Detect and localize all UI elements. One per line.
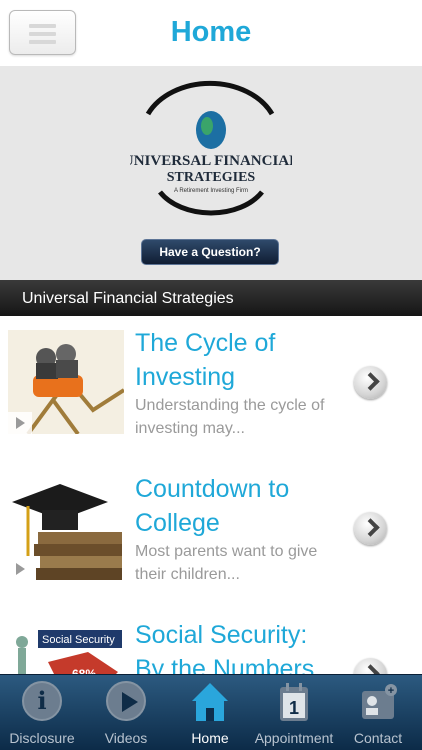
article-description: Understanding the cycle of investing may…: [135, 397, 325, 437]
chevron-right-icon[interactable]: [354, 366, 387, 399]
logo-line-2: STRATEGIES: [167, 170, 256, 185]
logo-tagline: A Retirement Investing Firm: [174, 188, 248, 194]
article-thumbnail: [8, 476, 124, 580]
tab-contact[interactable]: + Contact: [336, 675, 420, 750]
tab-label: Videos: [104, 730, 148, 746]
logo-line-1: UNIVERSAL FINANCIAL: [130, 153, 292, 169]
article-title: The Cycle of Investing: [135, 329, 276, 391]
tab-label: Contact: [353, 730, 403, 746]
list-item[interactable]: The Cycle of Investing Understanding the…: [0, 316, 422, 462]
app-header: Home: [0, 0, 422, 66]
article-thumbnail: [8, 330, 124, 434]
tab-appointment[interactable]: 1 Appointment: [252, 675, 336, 750]
bottom-tab-bar: i Disclosure Videos Home 1 Appointment +…: [0, 674, 422, 750]
svg-text:+: +: [388, 685, 394, 697]
hero-banner[interactable]: UNIVERSAL FINANCIAL STRATEGIES A Retirem…: [0, 66, 422, 316]
svg-text:1: 1: [289, 698, 299, 718]
tab-label: Appointment: [254, 730, 334, 746]
page-title: Home: [170, 16, 252, 48]
chevron-right-icon[interactable]: [354, 512, 387, 545]
home-icon: [190, 681, 230, 723]
info-icon: i: [22, 681, 62, 723]
article-title: Countdown to College: [135, 475, 290, 537]
tab-home[interactable]: Home: [168, 675, 252, 750]
banner-caption: Universal Financial Strategies: [22, 290, 234, 307]
article-description: Most parents want to give their children…: [135, 543, 318, 583]
contact-card-icon: +: [358, 681, 398, 723]
video-badge-icon: [8, 412, 32, 434]
have-a-question-button[interactable]: Have a Question?: [141, 239, 279, 265]
video-badge-icon: [8, 558, 32, 580]
calendar-icon: 1: [274, 681, 314, 723]
tab-disclosure[interactable]: i Disclosure: [0, 675, 84, 750]
play-icon: [106, 681, 146, 723]
thumb-social-label: Social Security: [42, 634, 115, 646]
list-item[interactable]: Countdown to College Most parents want t…: [0, 462, 422, 608]
tab-label: Home: [191, 730, 229, 746]
tab-videos[interactable]: Videos: [84, 675, 168, 750]
firm-logo: UNIVERSAL FINANCIAL STRATEGIES A Retirem…: [130, 80, 292, 216]
tab-label: Disclosure: [9, 730, 75, 746]
